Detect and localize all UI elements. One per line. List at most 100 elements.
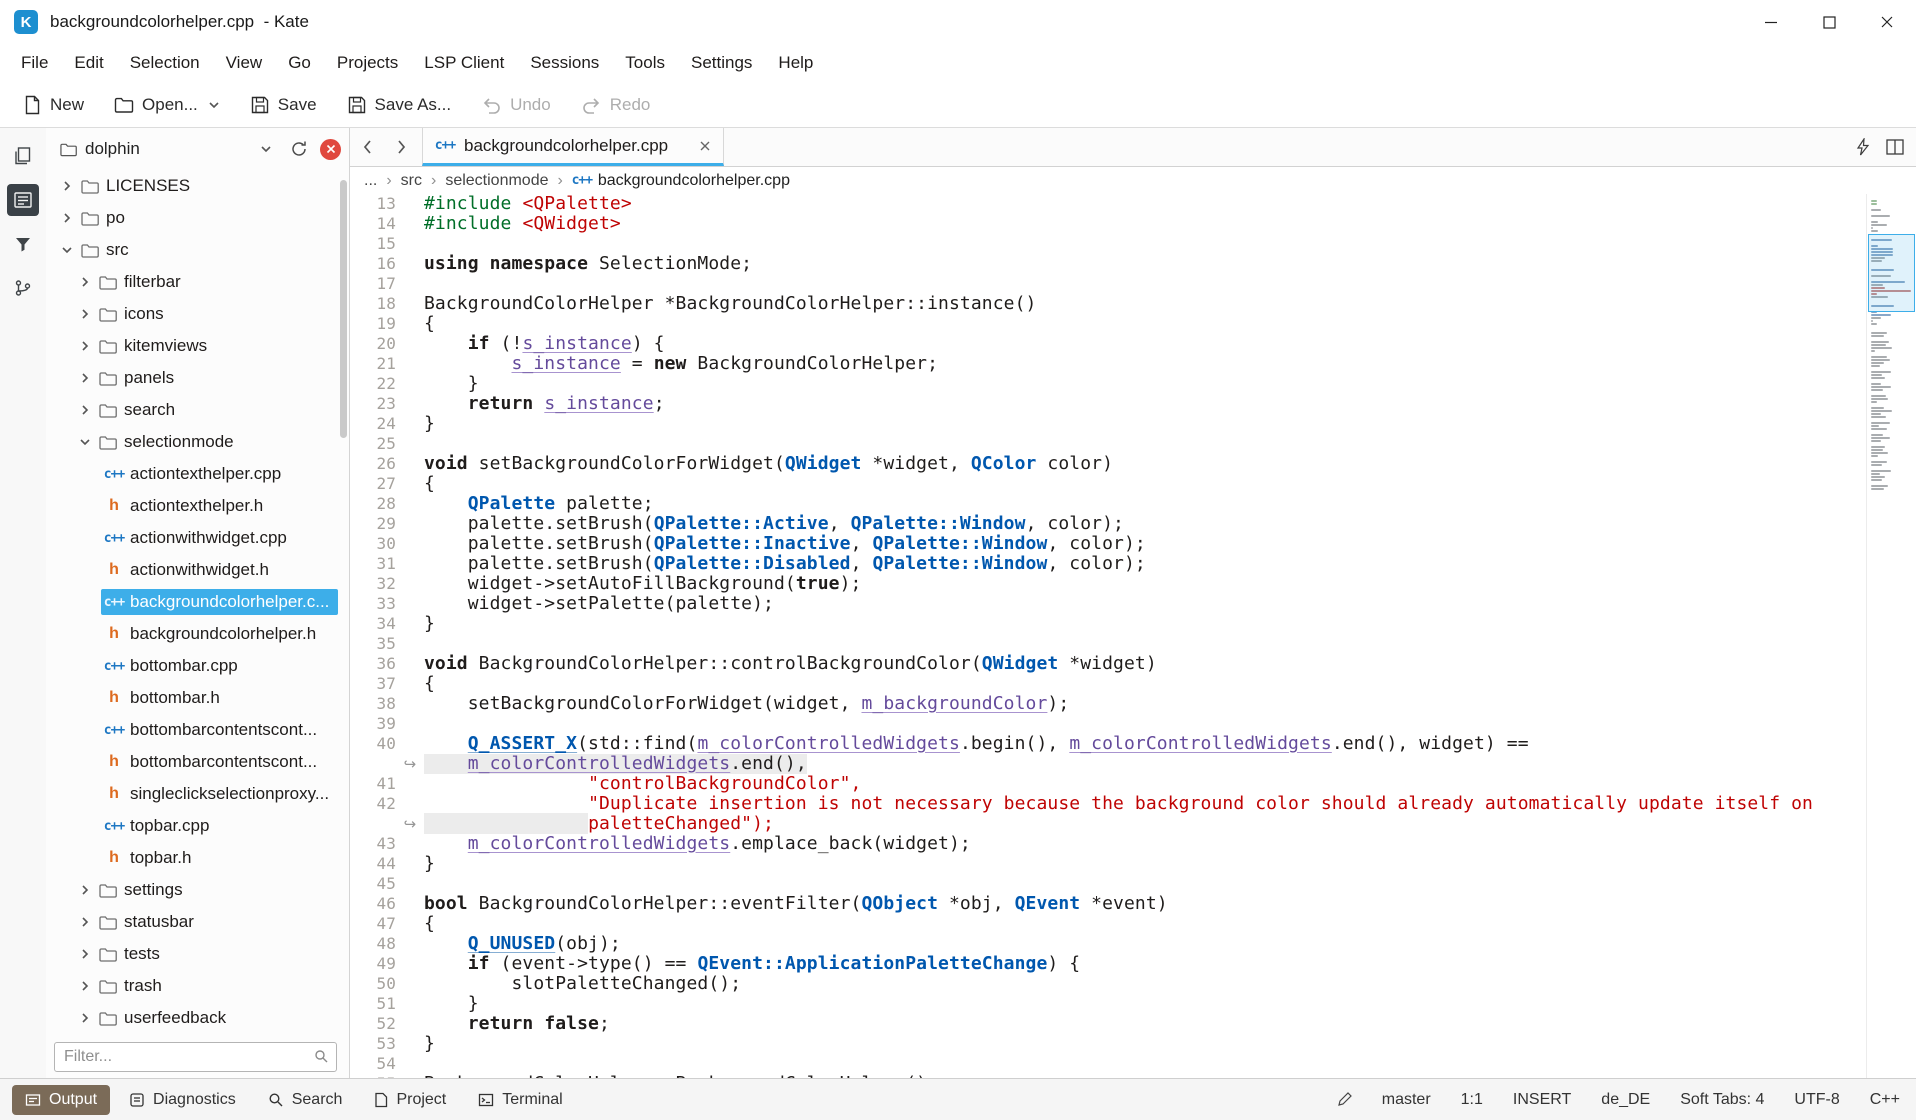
chevron-right-icon[interactable]: [78, 372, 92, 384]
terminal-toolview-button[interactable]: Terminal: [465, 1085, 575, 1115]
chevron-right-icon[interactable]: [78, 884, 92, 896]
breadcrumb-item-backgroundcolorhelper-cpp[interactable]: c++backgroundcolorhelper.cpp: [572, 172, 790, 190]
undo-button[interactable]: Undo: [468, 85, 564, 125]
breadcrumb-item-selectionmode[interactable]: selectionmode: [445, 172, 548, 190]
menu-item-projects[interactable]: Projects: [324, 44, 411, 82]
close-button[interactable]: [1858, 0, 1916, 44]
tree-folder-panels[interactable]: panels: [46, 362, 349, 394]
menu-item-file[interactable]: File: [8, 44, 61, 82]
chevron-down-icon[interactable]: [60, 244, 74, 256]
tree-file-topbar-cpp[interactable]: c++topbar.cpp: [46, 810, 349, 842]
project-selector[interactable]: dolphin: [54, 134, 278, 164]
chevron-right-icon[interactable]: [78, 308, 92, 320]
menu-item-edit[interactable]: Edit: [61, 44, 116, 82]
tree-folder-userfeedback[interactable]: userfeedback: [46, 1002, 349, 1034]
output-toolview-button[interactable]: Output: [12, 1085, 110, 1115]
diagnostics-toolview-button[interactable]: Diagnostics: [116, 1085, 249, 1115]
tree-file-bottombarcontentscont[interactable]: c++bottombarcontentscont...: [46, 714, 349, 746]
status-master[interactable]: master: [1382, 1091, 1431, 1109]
chevron-right-icon[interactable]: [78, 276, 92, 288]
menu-item-selection[interactable]: Selection: [117, 44, 213, 82]
tab-close-icon[interactable]: [699, 140, 711, 152]
save-as-button[interactable]: Save As...: [334, 85, 465, 125]
tree-folder-po[interactable]: po: [46, 202, 349, 234]
tree-file-bottombar-h[interactable]: hbottombar.h: [46, 682, 349, 714]
tree-file-bottombarcontentscont[interactable]: hbottombarcontentscont...: [46, 746, 349, 778]
tree-file-actiontexthelper-h[interactable]: hactiontexthelper.h: [46, 490, 349, 522]
code-line: 23 return s_instance;: [350, 394, 1916, 414]
status-c[interactable]: C++: [1870, 1091, 1900, 1109]
breadcrumb-item-src[interactable]: src: [401, 172, 422, 190]
maximize-button[interactable]: [1800, 0, 1858, 44]
tree-file-singleclickselectionproxy[interactable]: hsingleclickselectionproxy...: [46, 778, 349, 810]
chevron-right-icon[interactable]: [78, 340, 92, 352]
filter-input[interactable]: [54, 1042, 337, 1072]
tree-folder-icons[interactable]: icons: [46, 298, 349, 330]
tree-folder-selectionmode[interactable]: selectionmode: [46, 426, 349, 458]
git-toolview-button[interactable]: [7, 272, 39, 304]
text-editor[interactable]: 13#include <QPalette>14#include <QWidget…: [350, 194, 1916, 1078]
chevron-right-icon[interactable]: [78, 1012, 92, 1024]
tab-backgroundcolorhelper-cpp[interactable]: c++ backgroundcolorhelper.cpp: [422, 128, 724, 166]
code-line: 17: [350, 274, 1916, 294]
save-button[interactable]: Save: [237, 85, 330, 125]
status-utf-8[interactable]: UTF-8: [1794, 1091, 1839, 1109]
tree-folder-src[interactable]: src: [46, 234, 349, 266]
tree-file-actionwithwidget-cpp[interactable]: c++actionwithwidget.cpp: [46, 522, 349, 554]
chevron-down-icon[interactable]: [78, 436, 92, 448]
split-view-icon[interactable]: [1886, 139, 1904, 155]
tree-file-topbar-h[interactable]: htopbar.h: [46, 842, 349, 874]
history-back-button[interactable]: [350, 128, 384, 166]
chevron-right-icon[interactable]: [78, 980, 92, 992]
menu-item-tools[interactable]: Tools: [612, 44, 678, 82]
status-soft-tabs-4[interactable]: Soft Tabs: 4: [1680, 1091, 1764, 1109]
project-toolview-button[interactable]: Project: [361, 1085, 459, 1115]
tree-folder-settings[interactable]: settings: [46, 874, 349, 906]
menu-item-sessions[interactable]: Sessions: [517, 44, 612, 82]
minimap-scrollbar[interactable]: [1866, 194, 1916, 1078]
minimize-button[interactable]: [1742, 0, 1800, 44]
close-project-button[interactable]: [320, 139, 341, 160]
breadcrumb-item-[interactable]: ...: [364, 172, 377, 190]
history-forward-button[interactable]: [384, 128, 418, 166]
status-1-1[interactable]: 1:1: [1461, 1091, 1483, 1109]
new-button[interactable]: New: [10, 85, 97, 125]
chevron-right-icon[interactable]: [78, 948, 92, 960]
tree-folder-search[interactable]: search: [46, 394, 349, 426]
open-button[interactable]: Open...: [101, 85, 233, 125]
documents-toolview-button[interactable]: [7, 140, 39, 172]
reload-project-button[interactable]: [286, 136, 312, 162]
search-toolview-button[interactable]: Search: [255, 1085, 356, 1115]
menu-item-view[interactable]: View: [213, 44, 276, 82]
tree-folder-statusbar[interactable]: statusbar: [46, 906, 349, 938]
quick-open-lightning-icon[interactable]: [1856, 138, 1870, 156]
filter-toolview-button[interactable]: [7, 228, 39, 260]
filter-box: [54, 1042, 337, 1072]
tree-scrollbar[interactable]: [340, 180, 347, 438]
minimap-viewport[interactable]: [1868, 234, 1915, 312]
tree-file-backgroundcolorhelper-c[interactable]: c++backgroundcolorhelper.c...: [46, 586, 349, 618]
chevron-right-icon[interactable]: [78, 916, 92, 928]
redo-button[interactable]: Redo: [568, 85, 664, 125]
menu-item-help[interactable]: Help: [765, 44, 826, 82]
chevron-right-icon[interactable]: [60, 180, 74, 192]
tree-file-backgroundcolorhelper-h[interactable]: hbackgroundcolorhelper.h: [46, 618, 349, 650]
wrap-marker-column: [396, 574, 424, 594]
tree-folder-trash[interactable]: trash: [46, 970, 349, 1002]
menu-item-lsp-client[interactable]: LSP Client: [411, 44, 517, 82]
tree-file-bottombar-cpp[interactable]: c++bottombar.cpp: [46, 650, 349, 682]
tree-folder-kitemviews[interactable]: kitemviews: [46, 330, 349, 362]
tree-file-actiontexthelper-cpp[interactable]: c++actiontexthelper.cpp: [46, 458, 349, 490]
tree-folder-licenses[interactable]: LICENSES: [46, 170, 349, 202]
chevron-right-icon[interactable]: [78, 404, 92, 416]
tree-folder-filterbar[interactable]: filterbar: [46, 266, 349, 298]
code-line: 46bool BackgroundColorHelper::eventFilte…: [350, 894, 1916, 914]
menu-item-settings[interactable]: Settings: [678, 44, 765, 82]
chevron-right-icon[interactable]: [60, 212, 74, 224]
tree-file-actionwithwidget-h[interactable]: hactionwithwidget.h: [46, 554, 349, 586]
tree-folder-tests[interactable]: tests: [46, 938, 349, 970]
projects-toolview-button[interactable]: [7, 184, 39, 216]
status-insert[interactable]: INSERT: [1513, 1091, 1571, 1109]
menu-item-go[interactable]: Go: [275, 44, 324, 82]
status-de-de[interactable]: de_DE: [1601, 1091, 1650, 1109]
